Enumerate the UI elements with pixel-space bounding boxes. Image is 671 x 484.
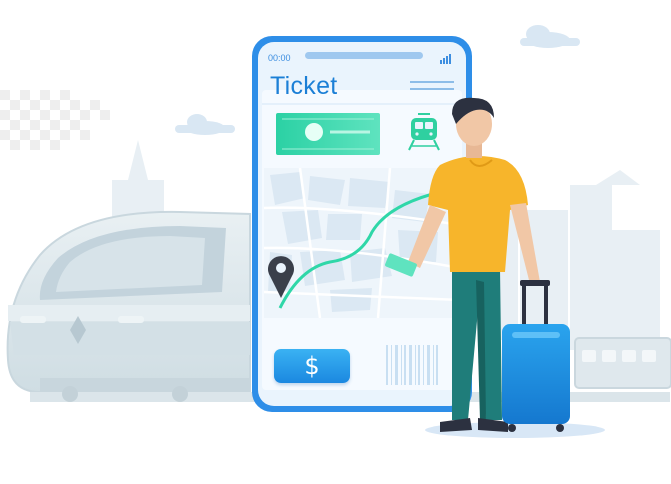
status-time: 00:00 (268, 53, 291, 63)
ticket-card[interactable] (276, 113, 380, 155)
train-carriage (574, 337, 671, 389)
ticket-title: Ticket (270, 72, 338, 100)
checker-pattern (0, 90, 110, 150)
cloud-icon (175, 114, 235, 135)
phone-speaker (305, 52, 423, 59)
cloud-icon (520, 25, 580, 48)
dollar-icon: $ (304, 352, 320, 380)
pay-button[interactable]: $ (274, 349, 350, 383)
